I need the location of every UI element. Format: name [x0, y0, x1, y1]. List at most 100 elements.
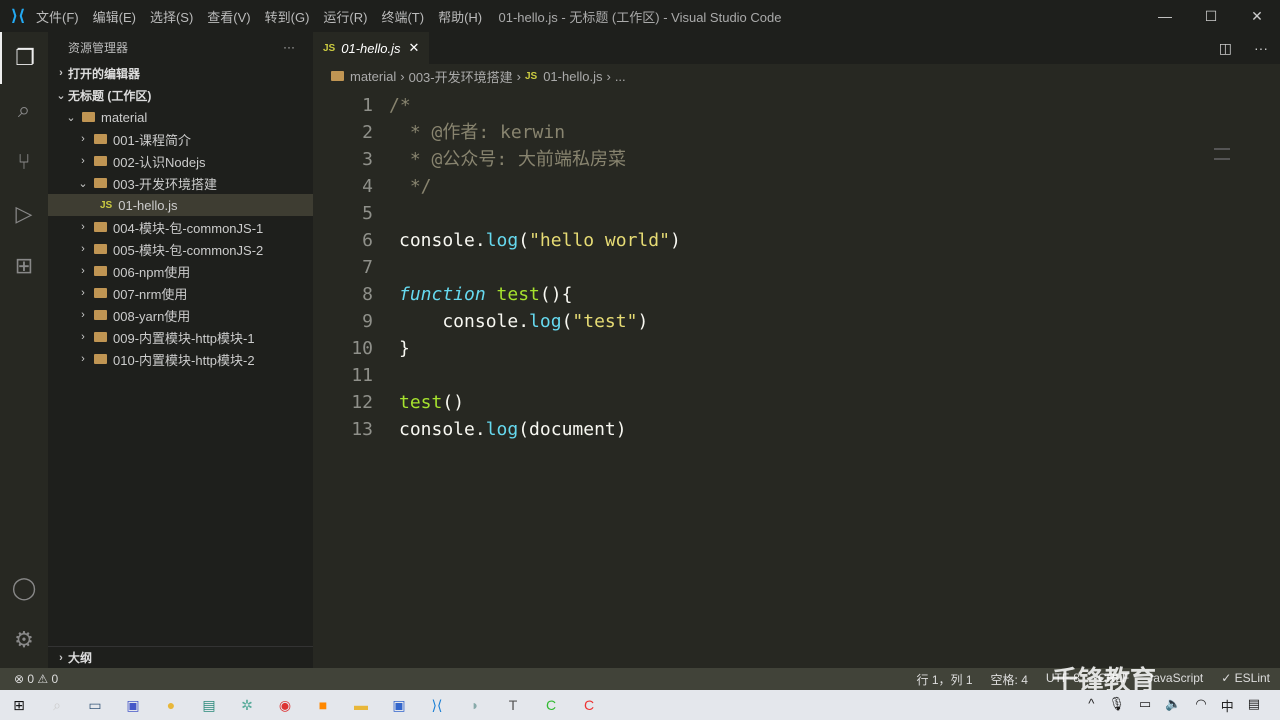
- close-tab-icon[interactable]: ✕: [409, 40, 420, 56]
- sublime-icon[interactable]: ■: [304, 690, 342, 720]
- app-weather-icon[interactable]: ●: [152, 690, 190, 720]
- run-debug-icon[interactable]: ▷: [0, 188, 48, 240]
- tree-folder[interactable]: › 010-内置模块-http模块-2: [48, 348, 313, 370]
- chevron-right-icon: ›: [81, 331, 85, 343]
- errors-count[interactable]: ⊗ 0: [14, 672, 34, 686]
- eslint-status[interactable]: ✓ ESLint: [1221, 671, 1270, 688]
- tree-folder[interactable]: › 005-模块-包-commonJS-2: [48, 238, 313, 260]
- line-number: 4: [362, 176, 373, 197]
- app-notes-icon[interactable]: ▤: [190, 690, 228, 720]
- tree-root-material[interactable]: ⌄ material: [48, 106, 313, 128]
- code-token: log: [529, 311, 562, 332]
- explorer-icon[interactable]: ❐: [0, 32, 48, 84]
- source-control-icon[interactable]: ⑂: [0, 136, 48, 188]
- menu-item[interactable]: 选择(S): [150, 10, 193, 25]
- chrome-icon[interactable]: ◉: [266, 690, 304, 720]
- tree-folder[interactable]: › 002-认识Nodejs: [48, 150, 313, 172]
- tree-folder[interactable]: › 006-npm使用: [48, 260, 313, 282]
- line-number: 12: [351, 392, 373, 413]
- app-robot-icon[interactable]: ✲: [228, 690, 266, 720]
- tree-folder[interactable]: ⌄ 003-开发环境搭建: [48, 172, 313, 194]
- code-token: function: [399, 284, 486, 305]
- windows-start-icon[interactable]: ⊞: [0, 690, 38, 720]
- notification-icon[interactable]: ▤: [1248, 696, 1260, 715]
- app-gray-icon[interactable]: ◗: [456, 690, 494, 720]
- workspace-section[interactable]: ⌄ 无标题 (工作区): [48, 84, 313, 106]
- menu-item[interactable]: 帮助(H): [438, 10, 482, 25]
- tray-chevron-up-icon[interactable]: ^: [1088, 696, 1094, 715]
- indentation[interactable]: 空格: 4: [991, 671, 1028, 688]
- code-editor[interactable]: 1/* 2 * @作者: kerwin 3 * @公众号: 大前端私房菜 4 */5 6…: [313, 88, 1280, 668]
- cursor-position[interactable]: 行 1，列 1: [917, 671, 973, 688]
- menu-bar: 文件(F) 编辑(E) 选择(S) 查看(V) 转到(G) 运行(R) 终端(T) 帮助(H): [36, 7, 496, 26]
- more-actions-icon[interactable]: ···: [1254, 40, 1268, 56]
- breadcrumb-item[interactable]: 01-hello.js: [543, 69, 602, 84]
- folder-icon: [94, 244, 107, 254]
- camtasia-green-icon[interactable]: C: [532, 690, 570, 720]
- more-actions-button[interactable]: ···: [283, 40, 295, 54]
- tree-folder[interactable]: › 009-内置模块-http模块-1: [48, 326, 313, 348]
- breadcrumb-item[interactable]: material: [350, 69, 396, 84]
- task-view-icon[interactable]: ▭: [76, 690, 114, 720]
- menu-item[interactable]: 查看(V): [207, 10, 250, 25]
- code-token: * @作者: kerwin: [399, 122, 566, 143]
- code-token: console.: [399, 419, 486, 440]
- extensions-icon[interactable]: ⊞: [0, 240, 48, 292]
- search-icon[interactable]: ⌕: [0, 84, 48, 136]
- ime-indicator[interactable]: 中: [1221, 696, 1234, 715]
- tree-file[interactable]: JS 01-hello.js: [48, 194, 313, 216]
- camtasia-red-icon[interactable]: C: [570, 690, 608, 720]
- menu-item[interactable]: 文件(F): [36, 10, 79, 25]
- js-file-icon: JS: [524, 70, 538, 82]
- folder-icon: [331, 71, 344, 81]
- menu-item[interactable]: 转到(G): [265, 10, 310, 25]
- code-token: * @公众号: 大前端私房菜: [399, 149, 627, 170]
- app-p-icon[interactable]: ▣: [114, 690, 152, 720]
- warnings-count[interactable]: ⚠ 0: [37, 672, 58, 686]
- gear-icon[interactable]: ⚙: [0, 614, 48, 666]
- line-number: 9: [362, 311, 373, 332]
- folder-icon: [94, 266, 107, 276]
- section-label: 大纲: [68, 651, 93, 665]
- tree-folder[interactable]: › 008-yarn使用: [48, 304, 313, 326]
- close-button[interactable]: ✕: [1234, 0, 1280, 32]
- volume-icon[interactable]: 🔈: [1165, 696, 1181, 715]
- split-editor-icon[interactable]: ◫: [1219, 40, 1232, 57]
- line-source: console.log("hello world"): [399, 227, 681, 254]
- tree-folder[interactable]: › 004-模块-包-commonJS-1: [48, 216, 313, 238]
- code-line: 11: [313, 362, 1280, 389]
- windows-taskbar: ⊞ ⌕ ▭ ▣ ● ▤ ✲ ◉ ■ ▬ ▣ ⟩⟨ ◗ T C C ^ 🎙 ▭ 🔈…: [0, 690, 1280, 720]
- line-number: 3: [362, 149, 373, 170]
- chevron-right-icon: ›: [81, 243, 85, 255]
- open-editors-section[interactable]: › 打开的编辑器: [48, 62, 313, 84]
- breadcrumb-item[interactable]: 003-开发环境搭建: [409, 67, 513, 86]
- app-blue-icon[interactable]: ▣: [380, 690, 418, 720]
- minimize-button[interactable]: —: [1142, 0, 1188, 32]
- app-typora-icon[interactable]: T: [494, 690, 532, 720]
- code-token: (): [442, 392, 465, 413]
- folder-icon: [94, 134, 107, 144]
- line-number: 8: [362, 284, 373, 305]
- search-icon[interactable]: ⌕: [38, 690, 76, 720]
- status-bar: ⊗ 0 ⚠ 0 行 1，列 1 空格: 4 UTF-8 CRLF JavaScr…: [0, 665, 1280, 695]
- battery-icon[interactable]: ▭: [1139, 696, 1151, 715]
- code-line: 4 */: [313, 173, 1280, 200]
- microphone-icon[interactable]: 🎙: [1108, 696, 1125, 715]
- menu-item[interactable]: 终端(T): [381, 10, 424, 25]
- vscode-icon[interactable]: ⟩⟨: [418, 690, 456, 720]
- tab-01-hello-js[interactable]: JS 01-hello.js ✕: [313, 32, 430, 64]
- chevron-right-icon: ›: [59, 651, 63, 664]
- maximize-button[interactable]: ☐: [1188, 0, 1234, 32]
- account-icon[interactable]: ◯: [0, 562, 48, 614]
- menu-item[interactable]: 运行(R): [323, 10, 367, 25]
- menu-item[interactable]: 编辑(E): [93, 10, 136, 25]
- outline-section[interactable]: › 大纲: [48, 646, 313, 668]
- file-explorer-icon[interactable]: ▬: [342, 690, 380, 720]
- breadcrumb-item[interactable]: ...: [615, 69, 626, 84]
- code-token: test: [399, 392, 443, 413]
- tree-folder[interactable]: › 001-课程简介: [48, 128, 313, 150]
- line-number: 2: [362, 122, 373, 143]
- tree-folder[interactable]: › 007-nrm使用: [48, 282, 313, 304]
- wifi-icon[interactable]: ◠: [1195, 696, 1206, 715]
